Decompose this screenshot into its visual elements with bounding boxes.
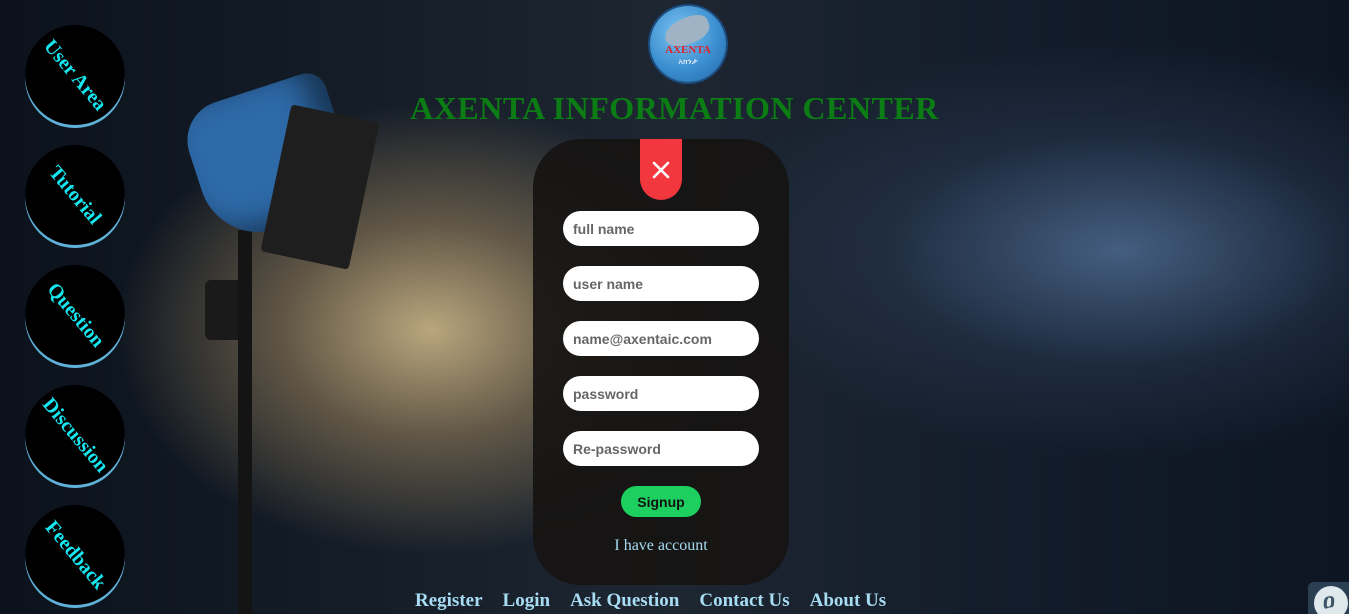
sidebar-item-label: Feedback (40, 516, 111, 594)
footer-nav: Register Login Ask Question Contact Us A… (415, 590, 886, 612)
footer-link-about-us[interactable]: About Us (810, 590, 887, 612)
close-icon (652, 161, 670, 178)
logo-subtext: አክንታ (678, 57, 698, 66)
close-button[interactable] (640, 139, 682, 200)
badge-icon: ዐ (1314, 586, 1348, 614)
sidebar-item-feedback[interactable]: Feedback (25, 505, 125, 605)
footer-link-contact-us[interactable]: Contact Us (699, 590, 789, 612)
password-field[interactable] (563, 376, 759, 411)
footer-link-ask-question[interactable]: Ask Question (570, 590, 679, 612)
sidebar-item-question[interactable]: Question (25, 265, 125, 365)
sidebar-item-user-area[interactable]: User Area (25, 25, 125, 125)
email-field[interactable] (563, 321, 759, 356)
user-name-field[interactable] (563, 266, 759, 301)
full-name-field[interactable] (563, 211, 759, 246)
signup-panel (533, 139, 789, 585)
sidebar-item-label: Question (42, 278, 109, 352)
sidebar-item-tutorial[interactable]: Tutorial (25, 145, 125, 245)
sidebar-item-discussion[interactable]: Discussion (25, 385, 125, 485)
have-account-link[interactable]: I have account (533, 537, 789, 555)
logo-text: AXENTA (665, 44, 711, 56)
site-logo[interactable]: AXENTA አክንታ (650, 6, 726, 82)
lamp-stand-decoration (238, 230, 252, 614)
badge-glyph: ዐ (1323, 588, 1335, 613)
footer-link-login[interactable]: Login (503, 590, 551, 612)
sidebar-item-label: Tutorial (44, 161, 107, 229)
signup-button[interactable]: Signup (621, 486, 701, 517)
page-title: AXENTA INFORMATION CENTER (410, 90, 939, 126)
footer-link-register[interactable]: Register (415, 590, 483, 612)
repassword-field[interactable] (563, 431, 759, 466)
sidebar-item-label: User Area (39, 34, 112, 115)
corner-badge[interactable]: ዐ (1308, 582, 1349, 614)
sidebar-item-label: Discussion (38, 393, 113, 477)
